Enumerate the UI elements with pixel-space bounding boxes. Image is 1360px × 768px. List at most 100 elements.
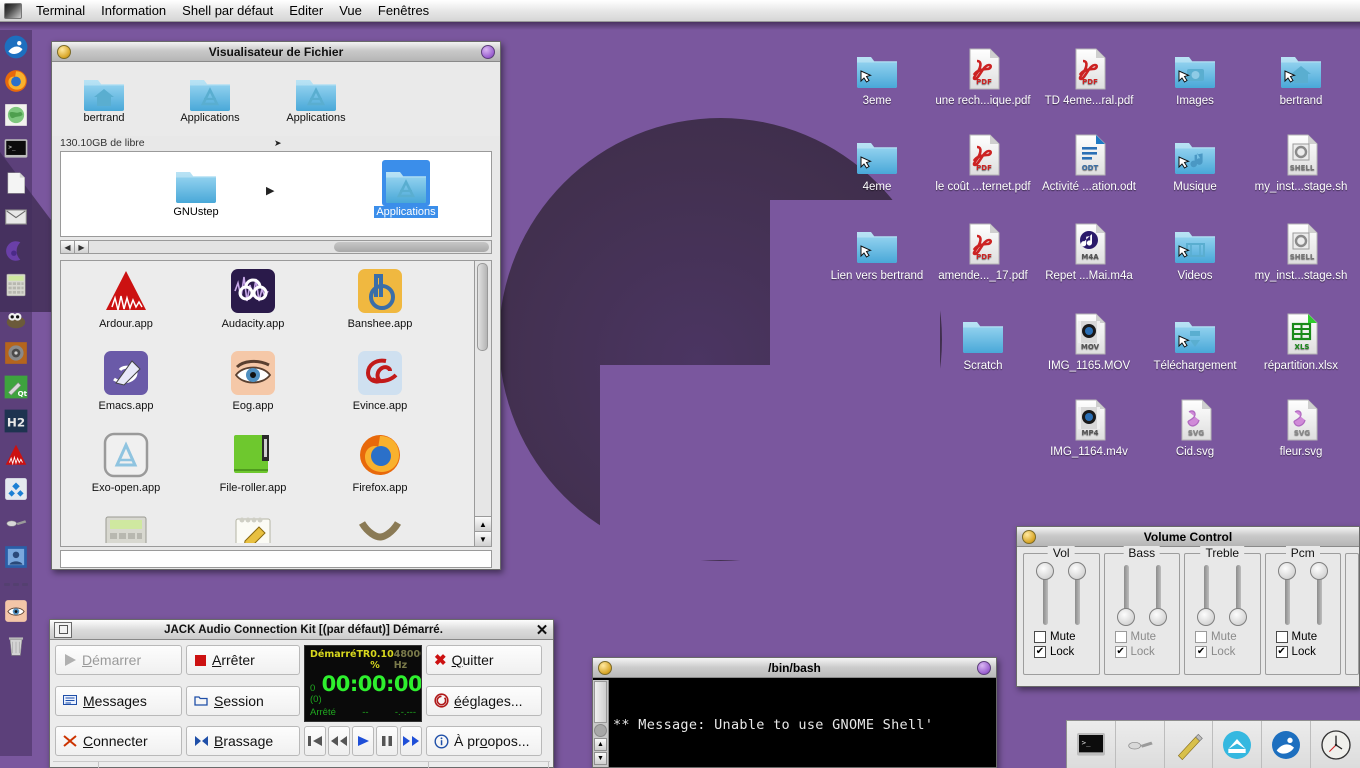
jack-connect-button[interactable]: Connecter (55, 726, 182, 756)
application-item[interactable]: Eog.app (198, 349, 308, 412)
terminal-scroll-thumb[interactable] (594, 681, 607, 723)
application-item[interactable]: Ardour.app (71, 267, 181, 330)
file-viewer-browser[interactable]: GNUstepApplications▶ (60, 151, 492, 237)
desktop-icon[interactable]: SHELLmy_inst...stage.sh (1248, 220, 1354, 283)
menu-item-terminal[interactable]: Terminal (28, 1, 93, 21)
terminal-body[interactable]: ▲ ▼ ** Message: Unable to use GNOME Shel… (593, 678, 996, 767)
mute-checkbox-row[interactable]: Mute (1266, 631, 1341, 643)
menu-item-vue[interactable]: Vue (331, 1, 370, 21)
lock-checkbox[interactable]: ✔ (1115, 646, 1127, 658)
slider-knob[interactable] (1278, 562, 1296, 580)
scroll-left-icon[interactable]: ◀ (61, 241, 75, 253)
transport-rewind-button[interactable] (328, 726, 350, 756)
desktop-icon[interactable]: 4eme (824, 131, 930, 194)
application-item[interactable]: Banshee.app (325, 267, 435, 330)
volume-slider-right[interactable] (1149, 562, 1167, 628)
menu-item-fenetres[interactable]: Fenêtres (370, 1, 437, 21)
browser-horizontal-scrollbar[interactable]: ◀ ▶ (60, 240, 492, 254)
dock-item-ardour[interactable] (1, 438, 31, 472)
slider-knob[interactable] (1310, 562, 1328, 580)
dock-item-map-viewer[interactable] (1, 98, 31, 132)
desktop-icon[interactable]: XLSrépartition.xlsx (1248, 310, 1354, 373)
desktop-icon[interactable]: PDFTD 4eme...ral.pdf (1036, 45, 1142, 108)
mute-checkbox-row[interactable]: Mute (1105, 631, 1180, 643)
dock-item-calculator[interactable] (1, 268, 31, 302)
shelf-item[interactable]: Applications (176, 68, 244, 136)
application-item[interactable]: Evince.app (325, 349, 435, 412)
mute-checkbox[interactable] (1276, 631, 1288, 643)
slider-knob[interactable] (1117, 608, 1135, 626)
volume-group-treble[interactable]: TrebleMute✔Lock (1184, 553, 1261, 675)
volume-control-window[interactable]: Volume Control VolMute✔LockBassMute✔Lock… (1016, 526, 1360, 687)
desktop-icon[interactable]: PDFle coût ...ternet.pdf (930, 131, 1036, 194)
volume-slider-left[interactable] (1036, 562, 1054, 628)
browser-item[interactable]: GNUstep (161, 160, 231, 218)
shelf-item[interactable]: Applications (282, 68, 350, 136)
scroll-up-icon[interactable]: ▲ (475, 516, 491, 531)
jack-settings-button[interactable]: ééglages... (426, 686, 542, 716)
desktop-icon[interactable]: Scratch (930, 310, 1036, 373)
volume-slider-left[interactable] (1278, 562, 1296, 628)
slider-knob[interactable] (1036, 562, 1054, 580)
lock-checkbox[interactable]: ✔ (1195, 646, 1207, 658)
slider-knob[interactable] (1197, 608, 1215, 626)
lock-checkbox-row[interactable]: ✔Lock (1105, 646, 1180, 658)
slider-knob[interactable] (1149, 608, 1167, 626)
scroll-down-icon[interactable]: ▼ (475, 531, 491, 546)
file-viewer-titlebar[interactable]: Visualisateur de Fichier (52, 42, 500, 62)
dock-item-kdenlive[interactable] (1, 472, 31, 506)
window-minimize-button[interactable] (598, 661, 612, 675)
lock-checkbox-row[interactable]: ✔Lock (1024, 646, 1099, 658)
volume-slider-right[interactable] (1068, 562, 1086, 628)
window-close-button[interactable] (977, 661, 991, 675)
desktop-icon[interactable]: M4ARepet ...Mai.m4a (1036, 220, 1142, 283)
hscroll-track[interactable] (89, 241, 491, 253)
volume-sliders[interactable] (1266, 562, 1341, 628)
taskbar-item-mailbox[interactable] (1213, 721, 1262, 768)
application-item[interactable]: Exo-open.app (71, 431, 181, 494)
dock-item-trash[interactable] (1, 628, 31, 662)
mute-checkbox[interactable] (1115, 631, 1127, 643)
terminal-titlebar[interactable]: /bin/bash (593, 658, 996, 678)
jack-quit-button[interactable]: ✖ Quitter (426, 645, 542, 675)
jack-session-button[interactable]: Session (186, 686, 300, 716)
application-item[interactable]: File-roller.app (198, 431, 308, 494)
desktop-icon[interactable]: bertrand (1248, 45, 1354, 108)
application-item-partial[interactable] (198, 513, 308, 543)
desktop-icon[interactable]: SVGCid.svg (1142, 396, 1248, 459)
desktop-icon[interactable]: SVGfleur.svg (1248, 396, 1354, 459)
vscroll-thumb[interactable] (477, 263, 488, 351)
taskbar-item-clock[interactable] (1311, 721, 1360, 768)
desktop-icon[interactable]: PDFune rech...ique.pdf (930, 45, 1036, 108)
dock-item-text-editor[interactable] (1, 166, 31, 200)
volume-slider-right[interactable] (1310, 562, 1328, 628)
volume-sliders[interactable] (1185, 562, 1260, 628)
icon-pane-vertical-scrollbar[interactable]: ▲ ▼ (474, 261, 491, 546)
desktop-icon[interactable]: MP4IMG_1164.m4v (1036, 396, 1142, 459)
file-viewer-icon-pane[interactable]: Ardour.appAudacity.appBanshee.appEmacs.a… (60, 260, 492, 547)
shelf-item[interactable]: bertrand (70, 68, 138, 136)
window-close-button[interactable] (481, 45, 495, 59)
mute-checkbox-row[interactable]: Mute (1185, 631, 1260, 643)
terminal-scroll-knob-icon[interactable] (594, 724, 607, 737)
lock-checkbox[interactable]: ✔ (1276, 646, 1288, 658)
desktop-icon[interactable]: Lien vers bertrand (824, 220, 930, 283)
dock-item-firefox[interactable] (1, 64, 31, 98)
dock-item-mail[interactable] (1, 200, 31, 234)
taskbar-item-pen-tool[interactable] (1165, 721, 1214, 768)
dock-item-image-viewer[interactable] (1, 540, 31, 574)
volume-group-bass[interactable]: BassMute✔Lock (1104, 553, 1181, 675)
vscroll-track[interactable] (475, 261, 491, 516)
desktop-icon[interactable]: SHELLmy_inst...stage.sh (1248, 131, 1354, 194)
file-viewer-window[interactable]: Visualisateur de Fichier bertrand Applica… (51, 41, 501, 570)
volume-titlebar[interactable]: Volume Control (1017, 527, 1359, 547)
desktop-icon[interactable]: Images (1142, 45, 1248, 108)
dock-item-terminal[interactable]: >_ (1, 132, 31, 166)
browser-item[interactable]: Applications (371, 160, 441, 218)
desktop-icon[interactable]: 3eme (824, 45, 930, 108)
desktop-icon[interactable]: PDFamende..._17.pdf (930, 220, 1036, 283)
menu-item-shell[interactable]: Shell par défaut (174, 1, 281, 21)
jack-window[interactable]: JACK Audio Connection Kit [(par défaut)]… (49, 619, 554, 768)
application-item[interactable]: Firefox.app (325, 431, 435, 494)
desktop-icon[interactable]: ODTActivité ...ation.odt (1036, 131, 1142, 194)
